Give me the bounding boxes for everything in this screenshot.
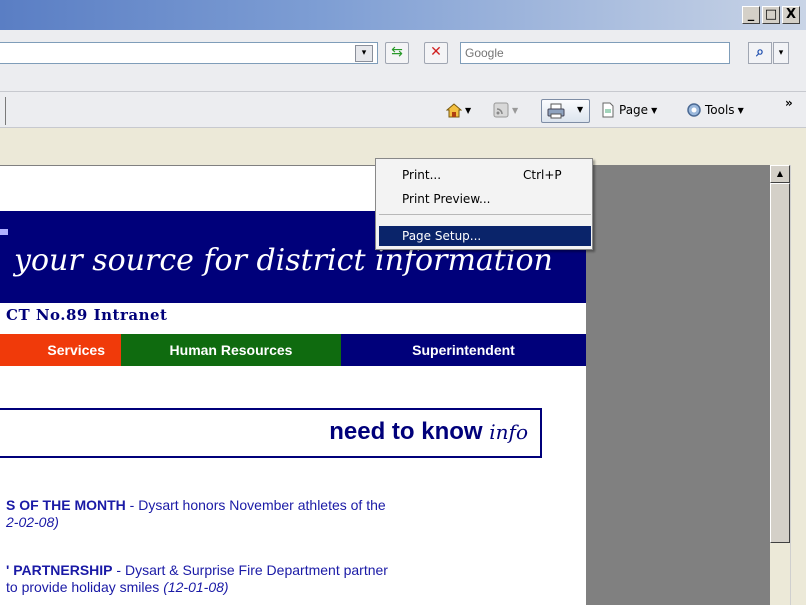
- nav-human-resources[interactable]: Human Resources: [121, 334, 341, 366]
- nav-superintendent[interactable]: Superintendent: [341, 334, 586, 366]
- site-nav: Services Human Resources Superintendent: [0, 334, 586, 366]
- home-icon: [446, 103, 462, 118]
- news-title[interactable]: ' PARTNERSHIP: [6, 562, 113, 578]
- need-to-know-heading: need to know info: [329, 418, 528, 446]
- chevron-down-icon: ▼: [465, 105, 472, 115]
- address-input[interactable]: [0, 42, 378, 64]
- refresh-icon: ⇆: [391, 44, 403, 60]
- search-go-button[interactable]: ⌕: [748, 42, 772, 64]
- title-bar: _ □ X: [0, 0, 806, 30]
- nav-services[interactable]: Services: [0, 334, 121, 366]
- menu-separator: [379, 214, 591, 215]
- news-title[interactable]: S OF THE MONTH: [6, 497, 126, 513]
- chevron-down-icon: ▼: [651, 105, 658, 115]
- menu-item-print-preview[interactable]: Print Preview...: [379, 189, 591, 209]
- news-text: - Dysart honors November athletes of the: [125, 497, 386, 513]
- menu-item-label: Print Preview...: [402, 192, 491, 206]
- news-text: - Dysart & Surprise Fire Department part…: [112, 562, 388, 578]
- page-menu-label: Page: [619, 103, 649, 117]
- news-date: (12-01-08): [163, 579, 229, 595]
- menu-item-label: Page Setup...: [402, 229, 482, 243]
- address-toolbar: ▾ ⇆ ✕ ⌕ ▾ ▣ ▾: [0, 30, 806, 114]
- window-right-edge: [790, 165, 806, 605]
- news-item[interactable]: S OF THE MONTH - Dysart honors November …: [6, 497, 386, 531]
- stop-button[interactable]: ✕: [424, 42, 448, 64]
- chevron-down-icon[interactable]: ▼: [577, 105, 583, 114]
- home-button[interactable]: ▼: [446, 102, 471, 118]
- search-icon: ⌕: [756, 44, 764, 60]
- need-to-know-suffix: info: [489, 420, 528, 444]
- print-dropdown-menu: Print... Ctrl+P Print Preview... Page Se…: [375, 158, 593, 250]
- menu-item-shortcut: Ctrl+P: [523, 168, 562, 182]
- close-button[interactable]: X: [782, 6, 800, 24]
- scroll-thumb[interactable]: [770, 183, 790, 543]
- print-button[interactable]: ▼: [541, 99, 590, 123]
- maximize-button[interactable]: □: [762, 6, 780, 24]
- refresh-button[interactable]: ⇆: [385, 42, 409, 64]
- banner-decoration: [0, 229, 8, 235]
- chevron-down-icon: ▼: [737, 105, 744, 115]
- tab-edge: [0, 97, 6, 125]
- stop-icon: ✕: [430, 44, 442, 60]
- news-date: 2-02-08): [6, 514, 59, 530]
- need-to-know-box: need to know info: [0, 408, 542, 458]
- gear-icon: [687, 103, 701, 117]
- search-options-button[interactable]: ▾: [773, 42, 789, 64]
- page-background: [586, 165, 770, 605]
- command-bar: ▼ ▼ ▼ Page ▼ Tools ▼ »: [0, 92, 806, 128]
- toolbar-overflow-button[interactable]: »: [785, 96, 793, 110]
- need-to-know-label: need to know: [329, 418, 483, 445]
- scroll-up-button[interactable]: ▲: [770, 165, 790, 183]
- page-icon: [602, 102, 614, 118]
- address-dropdown-button[interactable]: ▾: [355, 45, 373, 62]
- printer-icon: [547, 103, 565, 119]
- window-controls: _ □ X: [742, 6, 800, 24]
- minimize-button[interactable]: _: [742, 6, 760, 24]
- menu-item-print[interactable]: Print... Ctrl+P: [379, 165, 591, 185]
- search-input[interactable]: [460, 42, 730, 64]
- menu-item-label: Print...: [402, 168, 442, 182]
- news-item[interactable]: ' PARTNERSHIP - Dysart & Surprise Fire D…: [6, 562, 388, 596]
- intranet-title: CT No.89 Intranet: [6, 306, 168, 324]
- tools-menu-button[interactable]: Tools ▼: [686, 102, 744, 118]
- chevron-down-icon: ▼: [512, 105, 519, 115]
- feed-icon: [493, 102, 509, 118]
- news-text: to provide holiday smiles: [6, 579, 164, 595]
- page-menu-button[interactable]: Page ▼: [600, 102, 657, 118]
- tools-menu-label: Tools: [705, 103, 735, 117]
- menu-item-page-setup[interactable]: Page Setup...: [379, 226, 591, 246]
- vertical-scrollbar[interactable]: ▲: [770, 165, 790, 605]
- feeds-button[interactable]: ▼: [493, 102, 518, 118]
